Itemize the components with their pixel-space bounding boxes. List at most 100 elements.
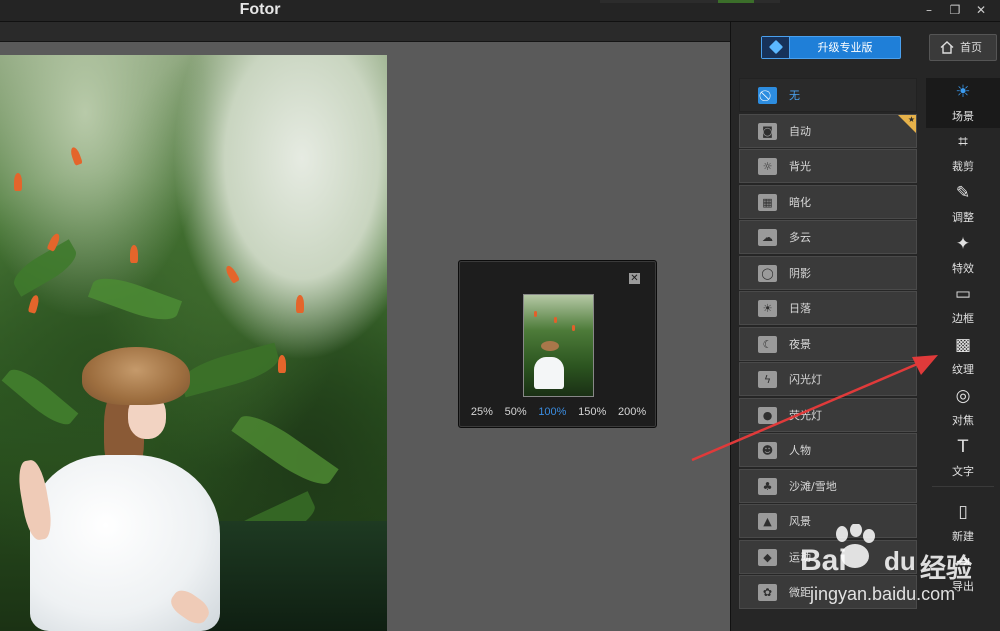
tool-texture[interactable]: ▩ 纹理 — [926, 331, 1000, 381]
scene-item-label: 多云 — [789, 231, 811, 244]
scene-icon-glyph: ◯ — [761, 266, 774, 280]
scene-icon-glyph: ☻ — [761, 444, 774, 457]
scene-icon-glyph: ♣ — [762, 479, 773, 493]
scene-item-label: 沙滩/雪地 — [789, 479, 837, 493]
scene-item[interactable]: ☻ 人物 — [739, 433, 917, 467]
tool-label: 边框 — [952, 312, 974, 325]
minimize-button[interactable]: – — [918, 2, 940, 18]
tool-effects[interactable]: ✦ 特效 — [926, 230, 1000, 280]
camera-icon: ◙ — [758, 122, 777, 140]
top-progress-sliver — [600, 0, 780, 3]
editing-canvas[interactable]: ✕ 25% 50% 100% 150% 200% — [0, 42, 730, 631]
navigator-thumbnail[interactable] — [523, 294, 594, 397]
thumb-hat — [541, 341, 559, 351]
close-window-button[interactable]: ✕ — [970, 2, 992, 18]
zoom-popup: ✕ 25% 50% 100% 150% 200% — [458, 260, 657, 428]
scene-item[interactable]: ♣ 沙滩/雪地 — [739, 468, 917, 503]
zoom-level-50[interactable]: 50% — [505, 406, 527, 418]
scene-item-label: 闪光灯 — [789, 373, 822, 386]
tool-text[interactable]: T 文字 — [926, 433, 1000, 483]
flower-shape — [14, 173, 22, 191]
tool-label: 裁剪 — [952, 160, 974, 173]
text-icon: T — [957, 437, 969, 457]
scene-item-label: 阴影 — [789, 266, 811, 280]
beach-icon: ♣ — [758, 477, 777, 495]
scene-item-label: 无 — [789, 89, 800, 102]
scene-icon-glyph: ☾ — [762, 337, 773, 351]
watermark-brand-du: du — [884, 546, 916, 576]
tool-label: 纹理 — [952, 363, 974, 376]
leaf-shape — [1, 362, 79, 432]
portrait-icon: ☻ — [758, 442, 777, 459]
tool-focus[interactable]: ◎ 对焦 — [926, 382, 1000, 432]
tool-label: 场景 — [952, 110, 974, 123]
flash-icon: ϟ — [758, 371, 777, 388]
scene-icon-glyph: ☼ — [762, 160, 773, 173]
scene-item[interactable]: ϟ 闪光灯 — [739, 362, 917, 396]
scene-icon-glyph: ϟ — [763, 373, 772, 386]
zoom-close-icon[interactable]: ✕ — [629, 273, 640, 284]
zoom-level-200[interactable]: 200% — [618, 406, 646, 418]
watermark-url: jingyan.baidu.com — [810, 584, 956, 604]
zoom-level-options: 25% 50% 100% 150% 200% — [459, 406, 658, 418]
scene-icon-glyph: ◙ — [762, 124, 773, 138]
scene-item[interactable]: ☀ 日落 — [739, 291, 917, 325]
frame-icon: ▭ — [954, 284, 972, 304]
photo-preview — [0, 55, 387, 631]
new-file-icon: ▯ — [958, 502, 968, 522]
scene-icon-glyph: ▦ — [762, 195, 773, 209]
scene-item[interactable]: ☁ 多云 — [739, 220, 917, 254]
tool-crop[interactable]: ⌗ 裁剪 — [926, 128, 1000, 178]
tool-scene[interactable]: ☀ 场景 — [926, 78, 1000, 128]
title-bar: Fotor – ❐ ✕ — [0, 0, 1000, 22]
crop-icon: ⌗ — [958, 132, 968, 152]
flower-shape — [224, 264, 240, 284]
scene-item-label: 夜景 — [789, 337, 811, 351]
flower-shape — [130, 245, 138, 263]
scene-item-label: 日落 — [789, 302, 811, 315]
scene-icon-glyph: ☀ — [762, 302, 773, 315]
home-label: 首页 — [960, 41, 982, 54]
tool-label: 调整 — [952, 211, 974, 224]
thumb-flower — [534, 311, 537, 317]
pro-star-badge — [898, 114, 916, 133]
home-button[interactable]: 首页 — [929, 34, 997, 61]
zoom-level-100[interactable]: 100% — [538, 406, 566, 418]
scene-item-label: 人物 — [789, 444, 811, 457]
flower-shape — [27, 294, 41, 314]
flower-shape — [278, 355, 286, 373]
cloud-icon: ☁ — [758, 229, 777, 246]
bulb-icon: ● — [758, 406, 777, 424]
scene-item-label: 自动 — [789, 124, 811, 138]
editor-toolbar-strip — [0, 22, 730, 42]
upgrade-pro-label: 升级专业版 — [817, 41, 873, 54]
tool-adjust[interactable]: ✎ 调整 — [926, 179, 1000, 229]
thumb-dress — [534, 357, 564, 389]
scene-item[interactable]: ☾ 夜景 — [739, 326, 917, 361]
zoom-level-150[interactable]: 150% — [578, 406, 606, 418]
hat-shape — [82, 347, 190, 405]
zoom-level-25[interactable]: 25% — [471, 406, 493, 418]
scene-item[interactable]: ● 荧光灯 — [739, 397, 917, 432]
scene-icon-glyph: ☁ — [762, 231, 773, 244]
app-title: Fotor — [239, 1, 281, 18]
darken-icon: ▦ — [758, 193, 777, 211]
scene-item[interactable]: ◙ 自动 — [739, 113, 917, 148]
upgrade-pro-button[interactable]: 升级专业版 — [761, 36, 901, 59]
restore-button[interactable]: ❐ — [944, 2, 966, 18]
thumb-flower — [554, 317, 557, 323]
sunset-icon: ☀ — [758, 300, 777, 317]
tool-frame[interactable]: ▭ 边框 — [926, 280, 1000, 330]
scene-icon-glyph: ● — [762, 408, 773, 422]
texture-icon: ▩ — [954, 335, 972, 355]
tool-label: 文字 — [952, 465, 974, 478]
scene-item[interactable]: ◯ 阴影 — [739, 255, 917, 290]
flower-shape — [69, 146, 83, 166]
focus-icon: ◎ — [955, 386, 971, 406]
scene-item[interactable]: ▦ 暗化 — [739, 184, 917, 219]
leaf-shape — [87, 270, 183, 328]
night-icon: ☾ — [758, 335, 777, 353]
thumb-flower — [572, 325, 575, 331]
scene-item[interactable]: ⃠无 — [739, 78, 917, 112]
scene-item[interactable]: ☼ 背光 — [739, 149, 917, 183]
